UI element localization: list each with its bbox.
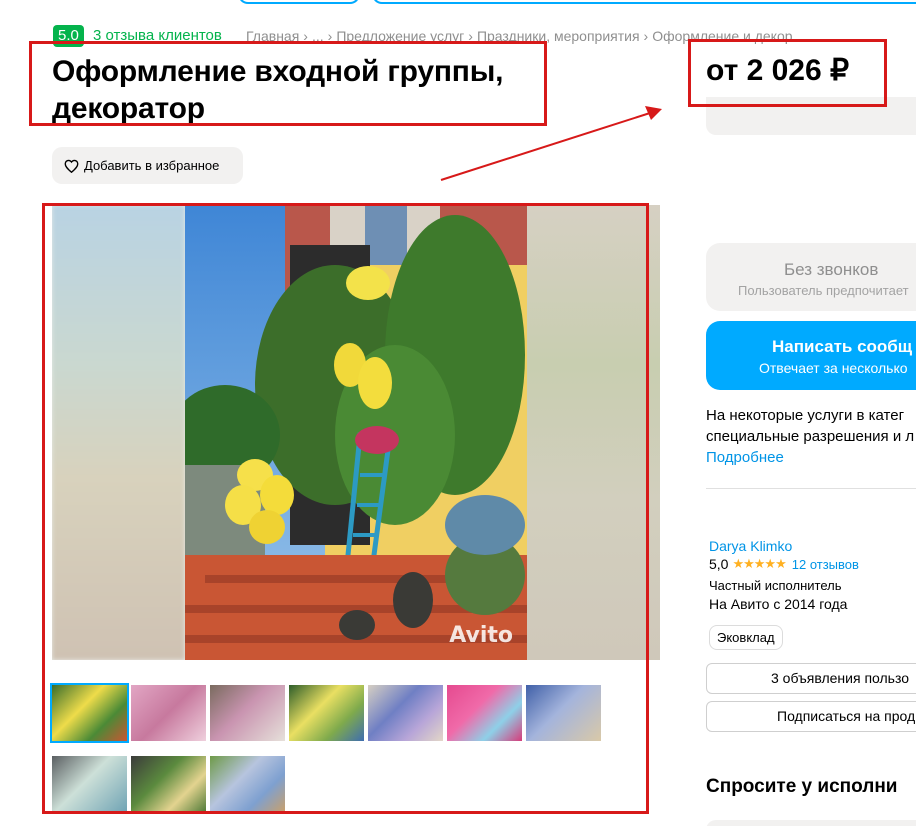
thumbnail-6[interactable] <box>447 685 522 741</box>
notice-line-1: На некоторые услуги в катег <box>706 407 905 424</box>
seller-rating-value: 5,0 <box>709 556 729 572</box>
breadcrumb-item-home[interactable]: Главная <box>246 28 299 44</box>
ask-seller-input[interactable] <box>706 820 916 826</box>
add-to-favorites-label: Добавить в избранное <box>84 158 220 173</box>
no-calls-block: Без звонков Пользователь предпочитает <box>706 243 916 311</box>
reviews-link[interactable]: 3 отзыва клиентов <box>93 27 222 45</box>
search-field-fragment[interactable] <box>372 0 916 4</box>
gallery-next-preview[interactable] <box>527 205 660 660</box>
listing-photo: Avito <box>185 205 527 660</box>
seller-name-link[interactable]: Darya Klimko <box>709 538 792 554</box>
price: от 2 026 ₽ <box>706 54 850 87</box>
breadcrumb-separator: › <box>327 28 333 44</box>
thumbnail-4[interactable] <box>289 685 364 741</box>
divider <box>706 488 916 489</box>
thumbnail-1[interactable] <box>50 683 129 743</box>
thumbnail-5[interactable] <box>368 685 443 741</box>
page-title: Оформление входной группы, декоратор <box>52 55 504 125</box>
gallery-prev-preview[interactable] <box>52 205 185 660</box>
thumbnail-2[interactable] <box>131 685 206 741</box>
breadcrumb-separator: › <box>468 28 473 44</box>
breadcrumb-item-ellipsis[interactable]: ... <box>312 28 324 44</box>
thumbnail-10[interactable] <box>210 756 285 812</box>
seller-type: Частный исполнитель <box>709 578 842 593</box>
price-block-background <box>706 97 916 135</box>
heart-icon <box>64 159 79 173</box>
thumbnail-3[interactable] <box>210 685 285 741</box>
star-rating-icon: ★★★★★ <box>732 556 786 571</box>
write-message-label: Написать сообщ <box>772 337 913 356</box>
rating-badge: 5.0 <box>53 25 84 47</box>
top-frame-fragment <box>238 0 360 4</box>
thumbnail-8[interactable] <box>52 756 127 812</box>
thumbnail-7[interactable] <box>526 685 601 741</box>
response-time-label: Отвечает за несколько <box>759 360 908 376</box>
breadcrumb-item-events[interactable]: Праздники, мероприятия <box>477 28 640 44</box>
seller-rating: 5,0 ★★★★★ 12 отзывов <box>709 556 859 572</box>
more-link[interactable]: Подробнее <box>706 447 916 468</box>
permits-notice: На некоторые услуги в катег специальные … <box>706 405 916 468</box>
watermark: Avito <box>449 623 513 648</box>
breadcrumb-item-services[interactable]: Предложение услуг <box>336 28 464 44</box>
seller-since: На Авито с 2014 года <box>709 596 848 612</box>
no-calls-title: Без звонков <box>784 260 879 279</box>
seller-tag[interactable]: Эковклад <box>709 625 783 650</box>
breadcrumb-item-decor[interactable]: Оформление и декор <box>652 28 792 44</box>
no-calls-subtitle: Пользователь предпочитает <box>738 283 909 298</box>
seller-reviews-link[interactable]: 12 отзывов <box>792 557 859 572</box>
add-to-favorites-button[interactable]: Добавить в избранное <box>52 147 243 184</box>
seller-ads-button[interactable]: 3 объявления пользо <box>706 663 916 694</box>
write-message-button[interactable]: Написать сообщ Отвечает за несколько <box>706 321 916 390</box>
breadcrumb-separator: › <box>303 28 308 44</box>
breadcrumb-separator: › <box>643 28 649 44</box>
breadcrumb: Главная ›... › Предложение услуг › Праздники,… <box>246 28 793 44</box>
thumbnail-9[interactable] <box>131 756 206 812</box>
notice-line-2: специальные разрешения и л <box>706 428 915 445</box>
subscribe-button[interactable]: Подписаться на прод <box>706 701 916 732</box>
ask-seller-title: Спросите у исполни <box>706 776 898 797</box>
gallery-main-image[interactable]: Avito <box>52 205 660 660</box>
